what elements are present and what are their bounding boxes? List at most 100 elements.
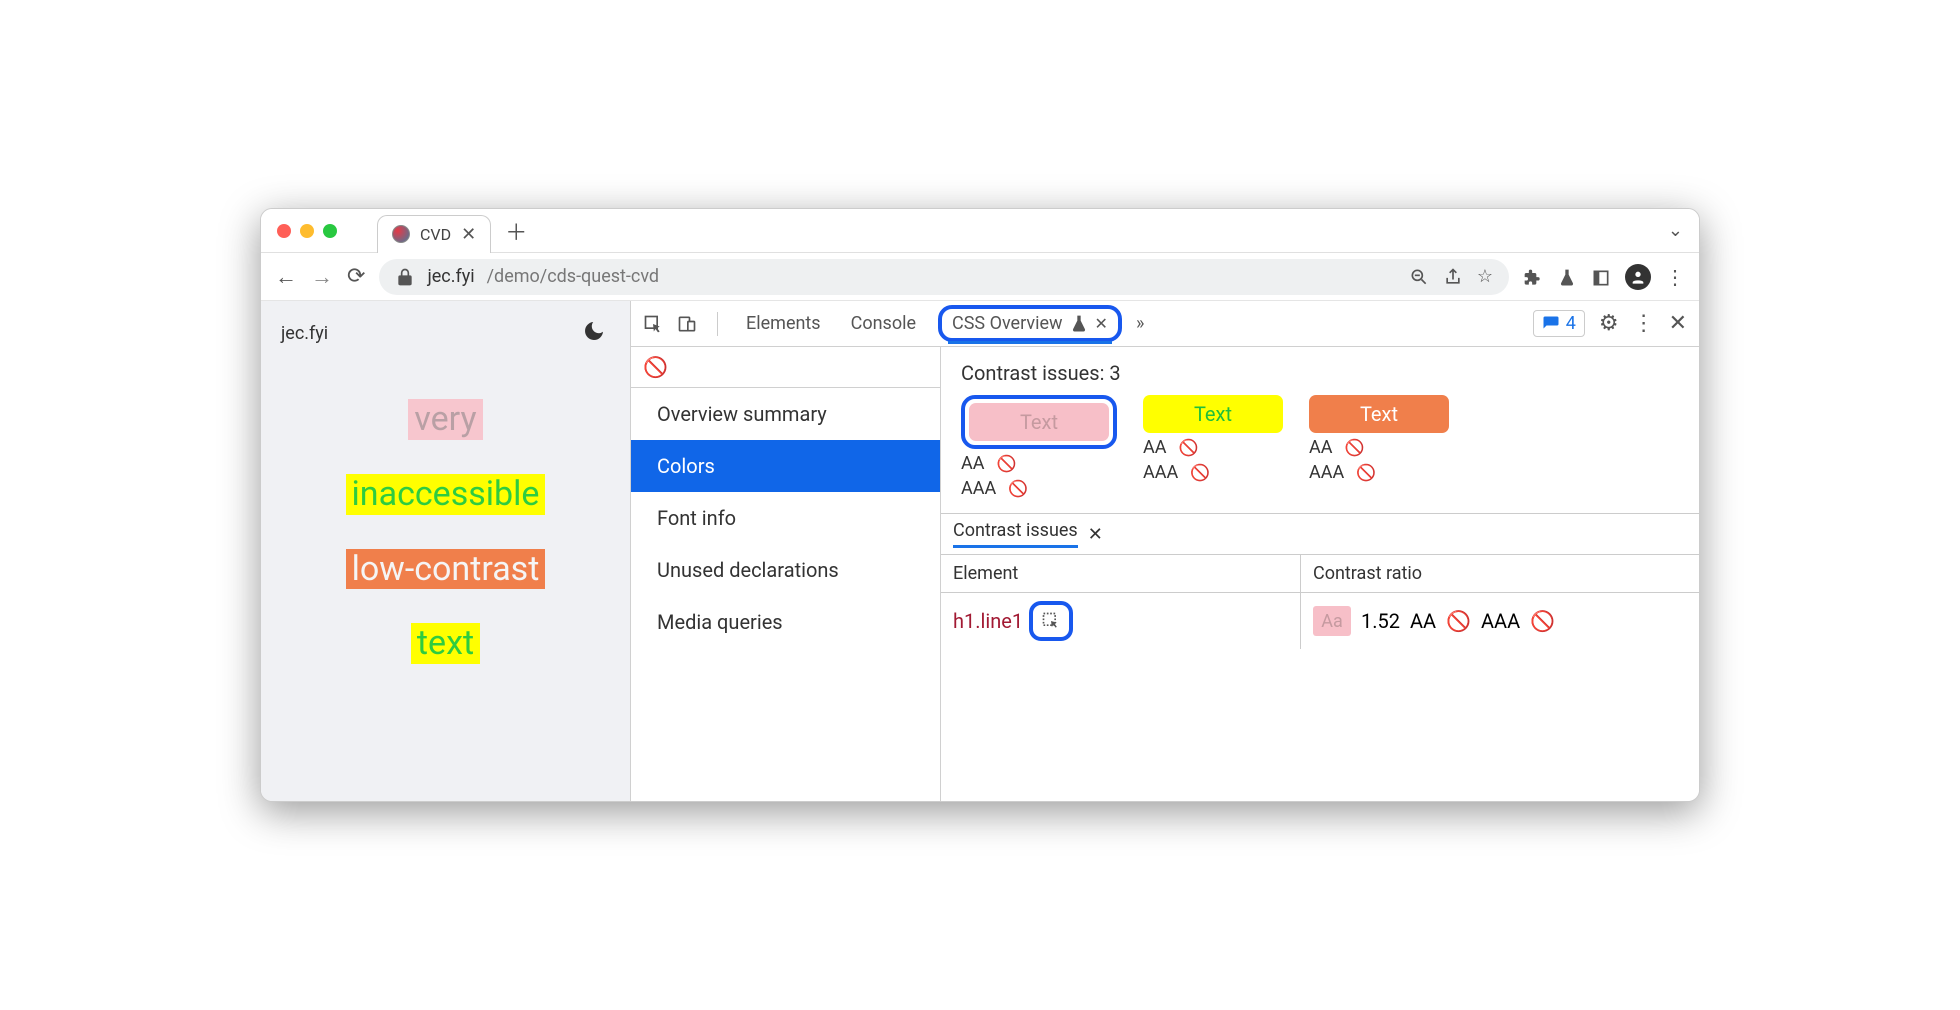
zoom-icon[interactable] — [1409, 266, 1429, 287]
tab-close-icon[interactable]: ✕ — [461, 224, 476, 245]
devtools-menu-icon[interactable]: ⋮ — [1633, 311, 1655, 336]
window-zoom-button[interactable] — [323, 224, 337, 238]
reading-list-icon[interactable] — [1591, 265, 1611, 289]
close-devtools-icon[interactable]: ✕ — [1669, 311, 1687, 336]
sidebar-item-overview-summary[interactable]: Overview summary — [631, 388, 940, 440]
tab-title: CVD — [420, 225, 451, 244]
contrast-cards: Text AA🚫 AAA🚫 Text AA🚫 AAA🚫 Text AA🚫 — [941, 395, 1699, 513]
devtools-tabs: Elements Console CSS Overview ✕ » 4 ⚙ ⋮ … — [631, 301, 1699, 347]
no-icon: 🚫 — [1190, 463, 1210, 482]
new-tab-button[interactable]: ＋ — [505, 215, 527, 247]
flask-icon — [1069, 314, 1089, 334]
issues-count: 4 — [1566, 313, 1576, 334]
labs-icon[interactable] — [1557, 265, 1577, 289]
col-element: Element — [941, 555, 1301, 592]
issues-tabs: Contrast issues ✕ — [941, 514, 1699, 555]
no-icon: 🚫 — [1446, 609, 1471, 633]
window-close-button[interactable] — [277, 224, 291, 238]
clear-overview-icon[interactable]: 🚫 — [631, 347, 940, 388]
issues-table-row[interactable]: h1.line1 Aa 1.52 AA 🚫 AAA — [941, 593, 1699, 649]
demo-word-2: inaccessible — [346, 474, 546, 515]
swatch-3: Text — [1309, 395, 1449, 433]
profile-avatar-icon[interactable] — [1625, 264, 1651, 290]
lock-icon — [395, 266, 415, 287]
aa-label: AA — [961, 453, 984, 474]
demo-word-4: text — [411, 623, 480, 664]
css-overview-sidebar: 🚫 Overview summary Colors Font info Unus… — [631, 347, 941, 801]
more-tabs-icon[interactable]: » — [1136, 313, 1144, 334]
reload-button[interactable]: ⟳ — [347, 264, 365, 289]
bookmark-icon[interactable]: ☆ — [1477, 266, 1493, 287]
url-right-icons: ☆ — [1409, 266, 1493, 287]
css-overview-main: Contrast issues: 3 Text AA🚫 AAA🚫 Text AA… — [941, 347, 1699, 801]
issues-tab-label[interactable]: Contrast issues — [953, 520, 1078, 548]
extensions-icon[interactable] — [1523, 265, 1543, 289]
contrast-card-2[interactable]: Text AA🚫 AAA🚫 — [1143, 395, 1283, 499]
inspect-element-icon[interactable] — [643, 313, 663, 334]
forward-button[interactable]: → — [311, 264, 333, 290]
tab-elements[interactable]: Elements — [738, 303, 829, 344]
titlebar: CVD ✕ ＋ ⌄ — [261, 209, 1699, 253]
extension-icons: ⋮ — [1523, 264, 1685, 290]
settings-icon[interactable]: ⚙ — [1599, 311, 1619, 336]
row-ratio: Aa 1.52 AA 🚫 AAA 🚫 — [1301, 593, 1699, 649]
no-icon: 🚫 — [1356, 463, 1376, 482]
col-ratio: Contrast ratio — [1301, 555, 1699, 592]
devtools-body: 🚫 Overview summary Colors Font info Unus… — [631, 347, 1699, 801]
aa-label: AA — [1143, 437, 1166, 458]
browser-tab[interactable]: CVD ✕ — [377, 215, 491, 253]
hover-element-icon[interactable] — [1029, 601, 1073, 641]
aaa-label: AAA — [1143, 462, 1178, 483]
page-words: very inaccessible low-contrast text — [261, 365, 630, 801]
device-toggle-icon[interactable] — [677, 313, 697, 334]
back-button[interactable]: ← — [275, 264, 297, 290]
sidebar-item-colors[interactable]: Colors — [631, 440, 940, 492]
dark-mode-toggle[interactable] — [582, 319, 610, 347]
contrast-card-3[interactable]: Text AA🚫 AAA🚫 — [1309, 395, 1449, 499]
issues-tab-close-icon[interactable]: ✕ — [1088, 524, 1103, 545]
window-controls — [277, 224, 337, 238]
no-icon: 🚫 — [1178, 438, 1198, 457]
rendered-page: jec.fyi very inaccessible low-contrast t… — [261, 301, 631, 801]
element-selector: h1.line1 — [953, 609, 1023, 633]
sidebar-item-unused-declarations[interactable]: Unused declarations — [631, 544, 940, 596]
no-icon: 🚫 — [1008, 479, 1028, 498]
contrast-card-1[interactable]: Text AA🚫 AAA🚫 — [961, 395, 1117, 499]
issues-pill[interactable]: 4 — [1533, 310, 1585, 337]
aaa-label: AAA — [1481, 609, 1520, 633]
browser-toolbar: ← → ⟳ jec.fyi/demo/cds-quest-cvd ☆ ⋮ — [261, 253, 1699, 301]
url-path: /demo/cds-quest-cvd — [487, 266, 659, 287]
highlight-swatch: Text — [961, 395, 1117, 449]
tab-console[interactable]: Console — [843, 303, 924, 344]
swatch-2: Text — [1143, 395, 1283, 433]
tabs-overflow-icon[interactable]: ⌄ — [1668, 220, 1683, 241]
url-bar[interactable]: jec.fyi/demo/cds-quest-cvd ☆ — [379, 259, 1509, 295]
sidebar-item-font-info[interactable]: Font info — [631, 492, 940, 544]
demo-word-1: very — [408, 399, 482, 440]
tab-favicon-icon — [392, 225, 410, 243]
page-header: jec.fyi — [261, 301, 630, 365]
contrast-heading: Contrast issues: 3 — [941, 347, 1699, 395]
contrast-issues-panel: Contrast issues ✕ Element Contrast ratio… — [941, 513, 1699, 649]
demo-word-3: low-contrast — [346, 549, 546, 590]
issues-table-head: Element Contrast ratio — [941, 555, 1699, 593]
site-label: jec.fyi — [281, 323, 328, 344]
aa-label: AA — [1309, 437, 1332, 458]
devtools: Elements Console CSS Overview ✕ » 4 ⚙ ⋮ … — [631, 301, 1699, 801]
aa-label: AA — [1410, 609, 1436, 633]
browser-menu-icon[interactable]: ⋮ — [1665, 265, 1685, 289]
sidebar-item-media-queries[interactable]: Media queries — [631, 596, 940, 648]
tab-close-icon[interactable]: ✕ — [1095, 314, 1108, 333]
aaa-label: AAA — [1309, 462, 1344, 483]
window-minimize-button[interactable] — [300, 224, 314, 238]
contrast-sample: Aa — [1313, 606, 1351, 636]
browser-window: CVD ✕ ＋ ⌄ ← → ⟳ jec.fyi/demo/cds-quest-c… — [260, 208, 1700, 802]
tab-css-overview[interactable]: CSS Overview ✕ — [938, 305, 1122, 342]
aaa-label: AAA — [961, 478, 996, 499]
content-row: jec.fyi very inaccessible low-contrast t… — [261, 301, 1699, 801]
row-element: h1.line1 — [941, 593, 1301, 649]
issues-icon — [1542, 315, 1560, 333]
ratio-value: 1.52 — [1361, 609, 1400, 633]
no-icon: 🚫 — [1530, 609, 1555, 633]
share-icon[interactable] — [1443, 266, 1463, 287]
